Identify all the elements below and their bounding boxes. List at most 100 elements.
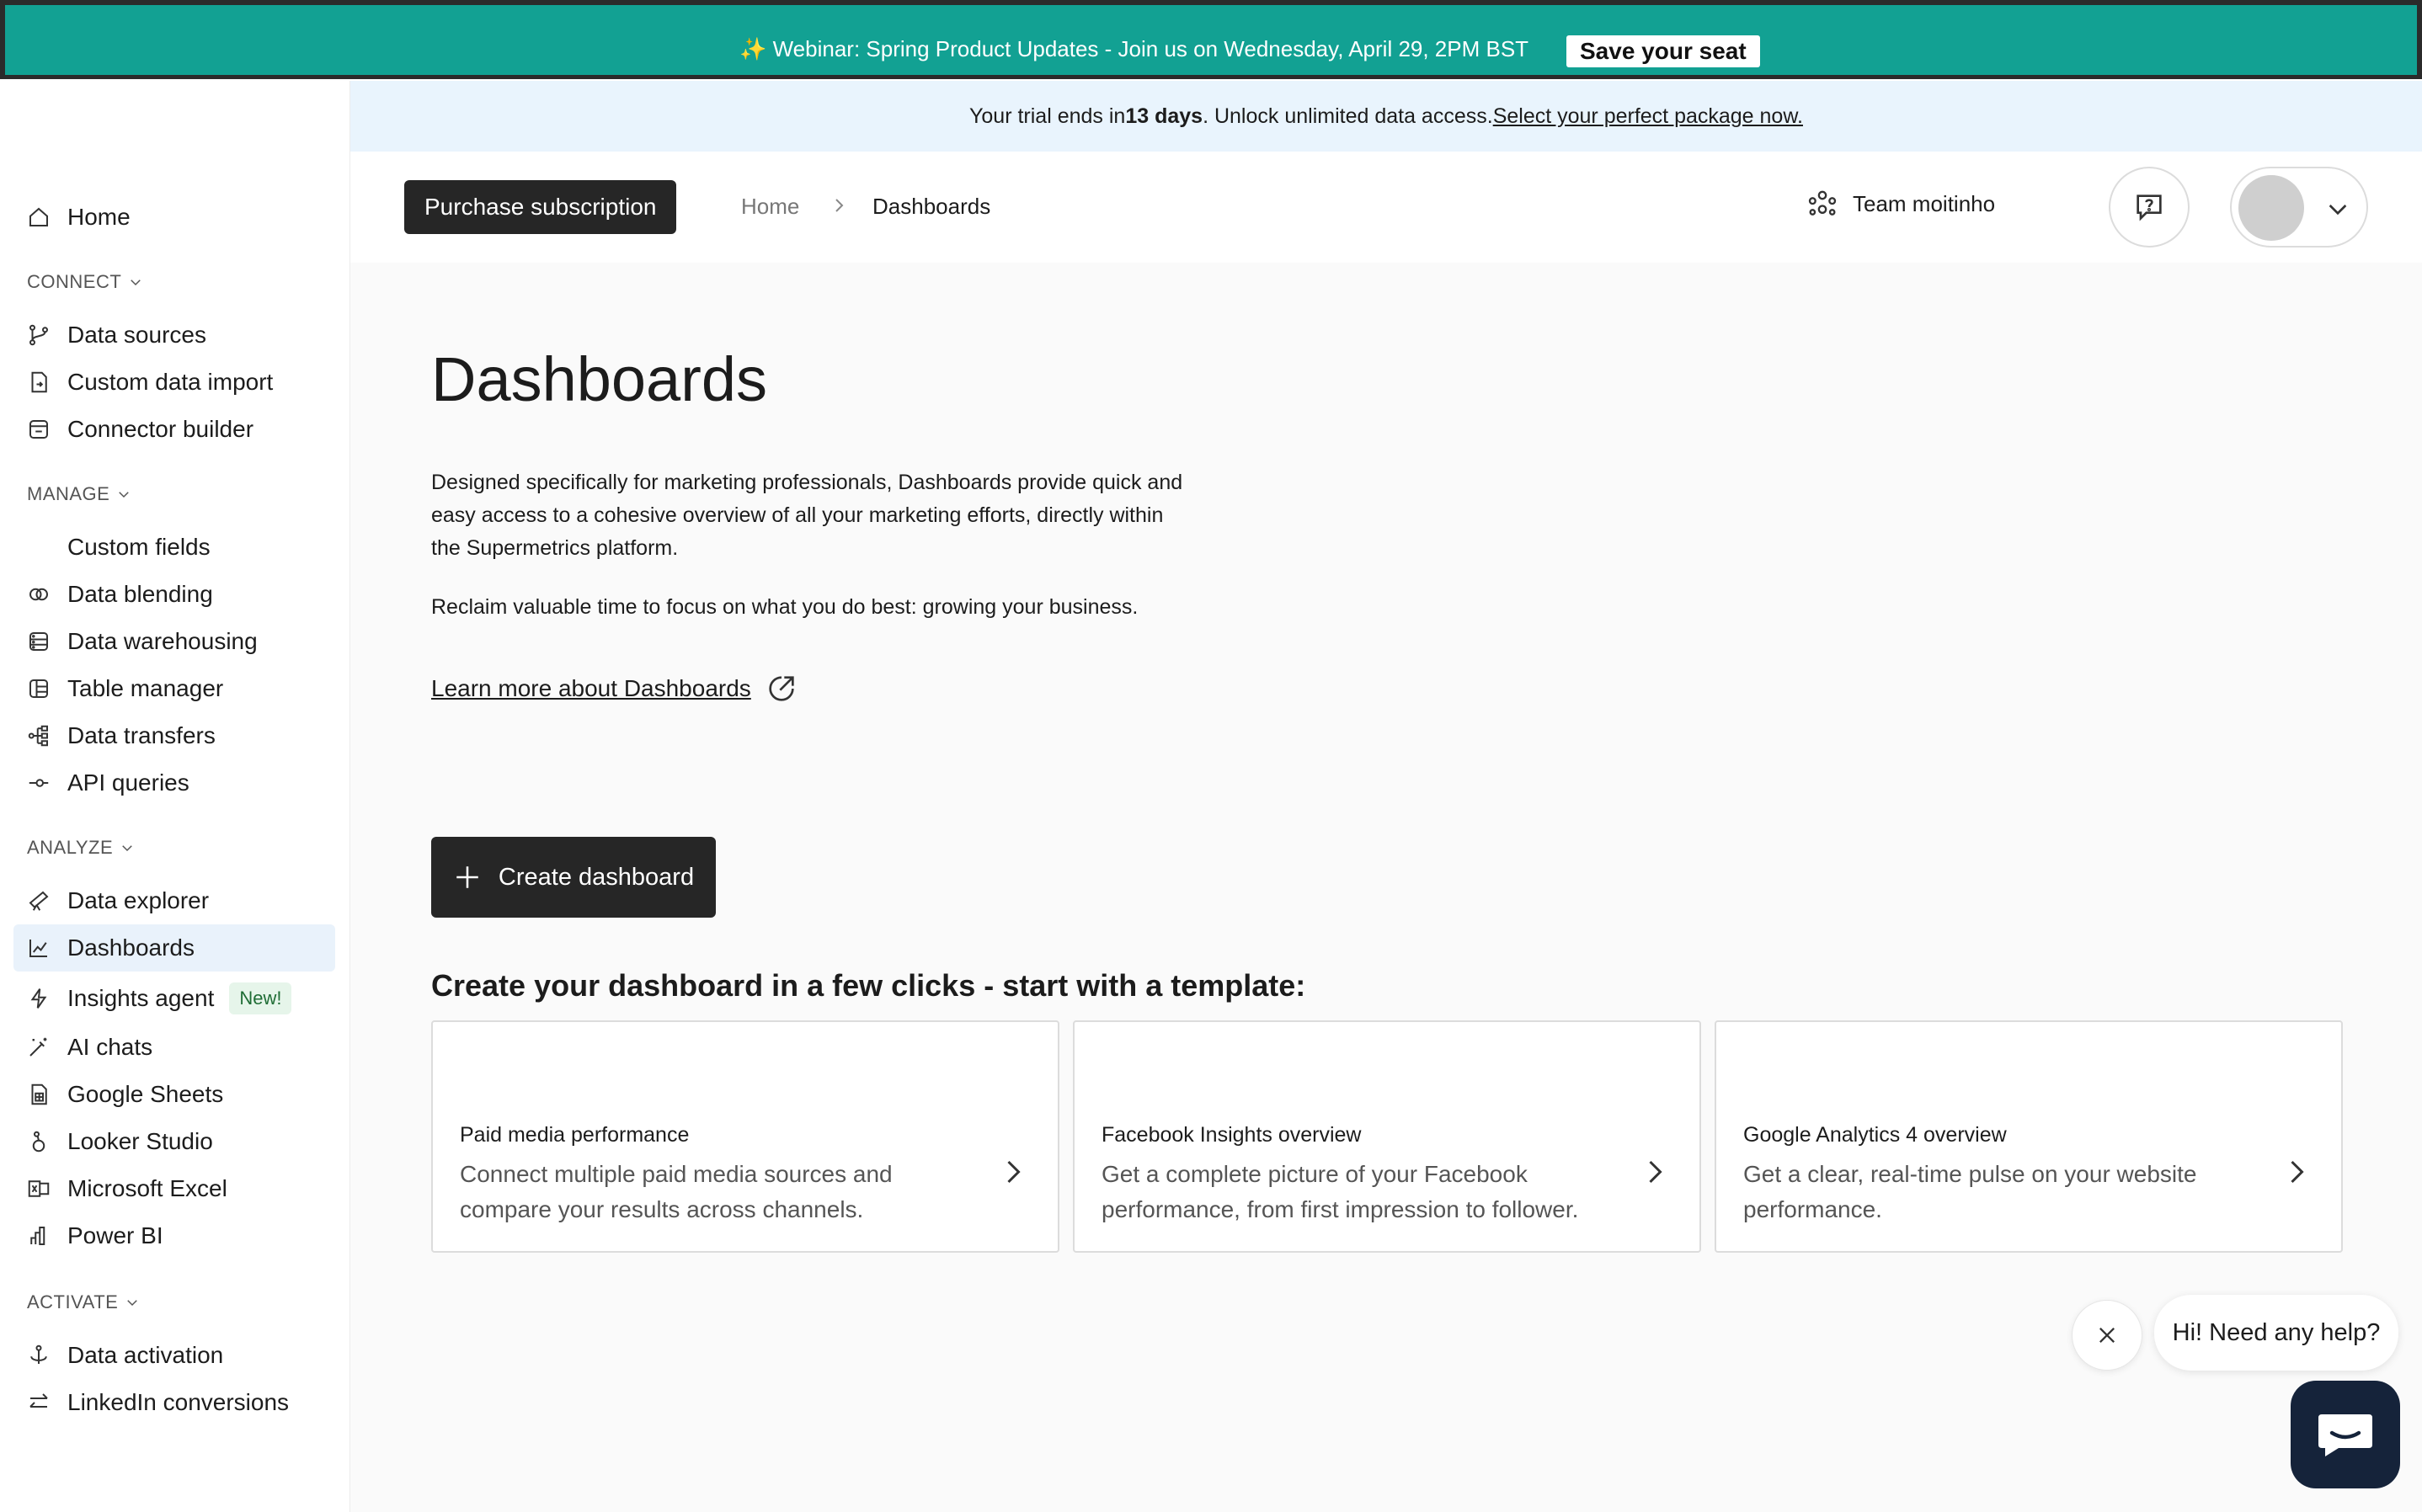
sidebar-item-table-manager[interactable]: Table manager	[13, 665, 335, 712]
webinar-text: ✨ Webinar: Spring Product Updates - Join…	[739, 36, 1529, 61]
sidebar-item-microsoft-excel[interactable]: Microsoft Excel	[13, 1165, 335, 1212]
sidebar-item-label: Home	[67, 204, 131, 230]
sidebar-item-label: LinkedIn conversions	[67, 1389, 290, 1415]
sidebar-item-linkedin-conversions[interactable]: LinkedIn conversions	[13, 1379, 335, 1426]
close-icon	[2099, 1328, 2115, 1343]
sidebar-item-label: Power BI	[67, 1222, 163, 1248]
save-seat-button[interactable]: Save your seat	[1566, 35, 1760, 67]
template-title: Paid media performance	[460, 1123, 690, 1147]
sidebar-item-insights-agent[interactable]: Insights agent New!	[13, 975, 335, 1022]
sidebar-item-looker-studio[interactable]: Looker Studio	[13, 1118, 335, 1165]
chevron-right-icon	[2291, 1160, 2304, 1184]
top-header: Purchase subscription Home Dashboards Te…	[350, 152, 2422, 263]
template-description: Get a complete picture of your Facebook …	[1102, 1161, 1579, 1222]
transfer-icon	[25, 722, 52, 749]
sidebar-item-data-activation[interactable]: Data activation	[13, 1332, 335, 1379]
chevron-right-icon	[1007, 1160, 1021, 1184]
user-menu[interactable]	[2230, 167, 2368, 248]
sidebar-item-custom-fields[interactable]: Custom fields	[13, 524, 335, 571]
lightning-icon	[25, 985, 52, 1012]
swap-arrows-icon	[25, 1389, 52, 1416]
trial-days: 13 days	[1125, 104, 1203, 128]
create-dashboard-button[interactable]: Create dashboard	[431, 837, 716, 918]
section-label: ACTIVATE	[27, 1291, 119, 1312]
sidebar-item-api-queries[interactable]: API queries	[13, 759, 335, 807]
sidebar-item-label: Looker Studio	[67, 1128, 213, 1154]
page-title: Dashboards	[431, 344, 768, 414]
sidebar-item-label: Microsoft Excel	[67, 1175, 227, 1201]
trial-middle: . Unlock unlimited data access.	[1203, 104, 1493, 128]
plus-icon	[456, 866, 478, 888]
sidebar-item-data-transfers[interactable]: Data transfers	[13, 712, 335, 759]
webinar-banner: ✨ Webinar: Spring Product Updates - Join…	[0, 0, 2422, 79]
chevron-down-icon	[127, 1300, 138, 1307]
sidebar-item-label: Data sources	[67, 322, 206, 348]
sidebar-item-data-warehousing[interactable]: Data warehousing	[13, 618, 335, 665]
chevron-right-icon	[1649, 1160, 1662, 1184]
sidebar-item-label: Dashboards	[67, 934, 195, 961]
section-analyze[interactable]: ANALYZE	[27, 837, 135, 859]
learn-more-link[interactable]: Learn more about Dashboards	[431, 672, 798, 705]
section-activate[interactable]: ACTIVATE	[27, 1291, 140, 1313]
team-icon	[1808, 190, 1837, 216]
template-description: Connect multiple paid media sources and …	[460, 1161, 893, 1222]
sidebar-item-custom-data-import[interactable]: Custom data import	[13, 359, 335, 406]
sidebar-item-google-sheets[interactable]: Google Sheets	[13, 1071, 335, 1118]
team-name: Team moitinho	[1853, 190, 1996, 216]
sidebar: Home CONNECT Data sources Custom data im…	[0, 81, 350, 1512]
chat-launcher-button[interactable]	[2291, 1381, 2400, 1488]
sidebar-item-label: Data transfers	[67, 722, 216, 748]
power-bi-icon	[25, 1222, 52, 1249]
template-card-facebook-insights[interactable]: Facebook Insights overview Get a complet…	[1073, 1020, 1701, 1253]
chevron-right-icon	[835, 199, 844, 212]
sidebar-item-label: Google Sheets	[67, 1081, 224, 1107]
sidebar-item-label: Table manager	[67, 675, 224, 701]
sidebar-item-label: Insights agent	[67, 985, 215, 1011]
page-description-secondary: Reclaim valuable time to focus on what y…	[431, 595, 1139, 619]
learn-more-label: Learn more about Dashboards	[431, 675, 751, 701]
section-label: ANALYZE	[27, 837, 114, 858]
help-button[interactable]	[2109, 167, 2190, 248]
sidebar-item-connector-builder[interactable]: Connector builder	[13, 406, 335, 453]
chevron-down-icon	[131, 280, 141, 286]
section-connect[interactable]: CONNECT	[27, 271, 143, 293]
file-import-icon	[25, 369, 52, 396]
branch-icon	[25, 322, 52, 349]
template-card-paid-media[interactable]: Paid media performance Connect multiple …	[431, 1020, 1059, 1253]
warehouse-icon	[25, 628, 52, 655]
select-package-link[interactable]: Select your perfect package now.	[1493, 104, 1803, 128]
purchase-subscription-button[interactable]: Purchase subscription	[404, 180, 677, 234]
template-title: Facebook Insights overview	[1102, 1123, 1362, 1147]
chat-close-button[interactable]	[2072, 1300, 2142, 1371]
templates-heading: Create your dashboard in a few clicks - …	[431, 968, 1306, 1003]
sidebar-item-label: API queries	[67, 769, 189, 796]
page-description: Designed specifically for marketing prof…	[431, 471, 1183, 560]
template-description: Get a clear, real-time pulse on your web…	[1743, 1161, 2197, 1222]
excel-icon	[25, 1175, 52, 1202]
trial-banner: Your trial ends in13 days. Unlock unlimi…	[350, 81, 2422, 152]
new-badge: New!	[229, 982, 292, 1014]
create-dashboard-label: Create dashboard	[498, 863, 695, 891]
external-link-icon	[769, 676, 794, 701]
section-manage[interactable]: MANAGE	[27, 483, 131, 505]
sidebar-item-data-blending[interactable]: Data blending	[13, 571, 335, 618]
magic-wand-icon	[25, 1034, 52, 1061]
chat-greeting-bubble[interactable]: Hi! Need any help?	[2154, 1295, 2398, 1371]
blend-icon	[25, 581, 52, 608]
sidebar-item-data-sources[interactable]: Data sources	[13, 311, 335, 359]
chevron-down-icon	[122, 845, 132, 852]
breadcrumb-current: Dashboards	[872, 194, 991, 219]
template-card-google-analytics[interactable]: Google Analytics 4 overview Get a clear,…	[1715, 1020, 2343, 1253]
breadcrumb-home[interactable]: Home	[741, 194, 799, 220]
telescope-icon	[25, 887, 52, 914]
section-label: CONNECT	[27, 271, 122, 292]
team-selector[interactable]: Team moitinho	[1806, 187, 1995, 221]
sidebar-item-power-bi[interactable]: Power BI	[13, 1212, 335, 1259]
sidebar-item-label: Data activation	[67, 1342, 224, 1368]
chat-icon	[2318, 1414, 2372, 1456]
sidebar-item-ai-chats[interactable]: AI chats	[13, 1024, 335, 1071]
sidebar-item-data-explorer[interactable]: Data explorer	[13, 877, 335, 924]
sidebar-item-home[interactable]: Home	[13, 194, 335, 241]
connector-icon	[25, 416, 52, 443]
sidebar-item-dashboards[interactable]: Dashboards	[13, 924, 335, 972]
